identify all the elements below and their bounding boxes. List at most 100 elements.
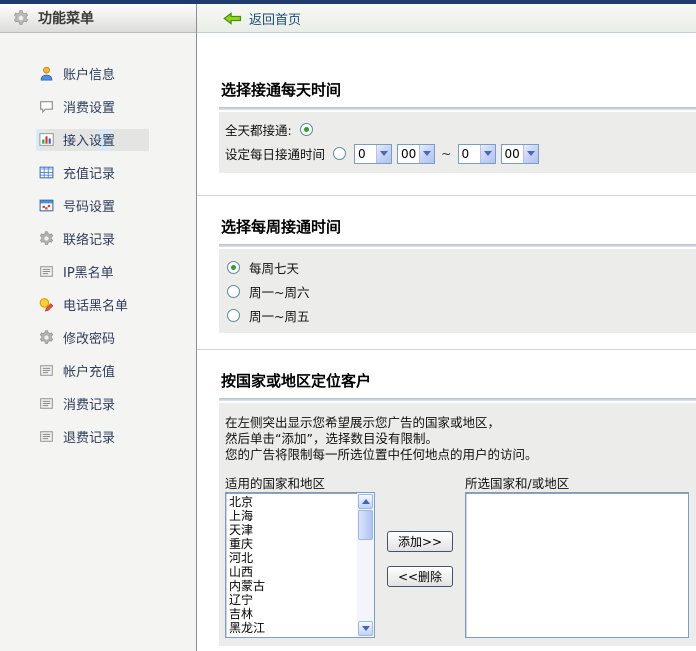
- set-daily-time-radio[interactable]: [333, 147, 346, 160]
- list-item[interactable]: 内蒙古: [226, 579, 357, 593]
- main-header: 返回首页: [197, 4, 696, 33]
- set-daily-time-row: 设定每日接通时间 000~000: [225, 140, 690, 167]
- sidebar-item[interactable]: 号码设置: [0, 189, 196, 222]
- list-item[interactable]: 重庆: [226, 537, 357, 551]
- settings-content: 选择接通每天时间 全天都接通: 设定每日接通时间 000~000 选择每: [197, 33, 696, 646]
- sidebar-item-inner: IP黑名单: [36, 261, 148, 283]
- chevron-down-icon: [419, 145, 434, 163]
- scrollbar-track[interactable]: [358, 540, 373, 621]
- description-line: 然后单击“添加”，选择数目没有限制。: [225, 431, 690, 447]
- selected-list-label: 所选国家和/或地区: [465, 473, 689, 489]
- sidebar: 功能菜单 账户信息消费设置接入设置充值记录号码设置联络记录 IP黑名单电话黑名单修…: [0, 4, 197, 651]
- back-arrow-icon: [223, 11, 242, 26]
- sidebar-item-label: 修改密码: [63, 328, 115, 347]
- sidebar-item-inner: 退费记录: [36, 426, 149, 448]
- list-item[interactable]: 吉林: [226, 607, 357, 621]
- list-item[interactable]: 黑龙江: [226, 621, 357, 635]
- sidebar-item-label: 退费记录: [63, 427, 115, 446]
- sidebar-item-inner: 消费设置: [36, 96, 149, 118]
- selected-listbox[interactable]: [465, 492, 689, 638]
- transfer-buttons-column: 添加>> <<删除: [375, 473, 465, 638]
- all-day-radio[interactable]: [300, 123, 313, 136]
- sidebar-item[interactable]: 电话黑名单: [0, 288, 196, 321]
- listbox-scrollbar[interactable]: [357, 493, 374, 637]
- list-item[interactable]: 山西: [226, 565, 357, 579]
- sidebar-item[interactable]: 消费记录: [0, 387, 196, 420]
- calendar-grid-icon: [38, 197, 55, 214]
- available-listbox-items: 北京上海天津重庆河北山西内蒙古辽宁吉林黑龙江: [226, 493, 357, 637]
- available-listbox[interactable]: 北京上海天津重庆河北山西内蒙古辽宁吉林黑龙江: [225, 492, 375, 638]
- select-value: 0: [355, 145, 376, 163]
- weekly-option-radio[interactable]: [227, 261, 240, 274]
- document-icon: [38, 395, 55, 412]
- section-weekly-time: 选择每周接通时间 每周七天周一~周六周一~周五: [219, 196, 696, 333]
- sidebar-item-label: 号码设置: [63, 196, 115, 215]
- chevron-up-icon: [362, 499, 370, 504]
- weekly-option-radio[interactable]: [227, 309, 240, 322]
- user-icon: [38, 65, 55, 82]
- chevron-down-icon: [362, 626, 370, 631]
- list-item[interactable]: 河北: [226, 551, 357, 565]
- back-home-link[interactable]: 返回首页: [223, 9, 301, 28]
- back-home-label: 返回首页: [249, 9, 301, 28]
- weekly-option-radio[interactable]: [227, 285, 240, 298]
- sidebar-item[interactable]: IP黑名单: [0, 255, 196, 288]
- sidebar-item-label: 电话黑名单: [63, 295, 128, 314]
- available-column: 适用的国家和地区 北京上海天津重庆河北山西内蒙古辽宁吉林黑龙江: [225, 473, 375, 638]
- remove-button[interactable]: <<删除: [387, 566, 453, 587]
- select-value: 00: [398, 145, 419, 163]
- table-icon: [38, 164, 55, 181]
- sidebar-item-inner: 账户信息: [36, 63, 149, 85]
- time-select[interactable]: 0: [458, 144, 496, 164]
- phone-edit-icon: [38, 296, 55, 313]
- sidebar-item[interactable]: 退费记录: [0, 420, 196, 453]
- weekly-option-label: 周一~周六: [249, 282, 309, 301]
- chevron-down-icon: [376, 145, 391, 163]
- sidebar-item-inner: 联络记录: [36, 228, 149, 250]
- title-divider: [219, 107, 696, 110]
- sidebar-item[interactable]: 修改密码: [0, 321, 196, 354]
- add-button[interactable]: 添加>>: [387, 531, 453, 552]
- sidebar-item-label: 帐户充值: [63, 361, 115, 380]
- section-region-targeting: 按国家或地区定位客户 在左侧突出显示您希望展示您广告的国家或地区， 然后单击“添…: [219, 350, 696, 646]
- sidebar-item[interactable]: 消费设置: [0, 90, 196, 123]
- list-item[interactable]: 上海: [226, 509, 357, 523]
- sidebar-item-inner: 消费记录: [36, 393, 149, 415]
- sidebar-item-inner: 修改密码: [36, 327, 149, 349]
- scroll-down-button[interactable]: [358, 621, 373, 636]
- sidebar-item[interactable]: 帐户充值: [0, 354, 196, 387]
- sidebar-item[interactable]: 充值记录: [0, 156, 196, 189]
- sidebar-item-label: 消费设置: [63, 97, 115, 116]
- scrollbar-thumb[interactable]: [358, 510, 373, 540]
- sidebar-item-label: 充值记录: [63, 163, 115, 182]
- list-item[interactable]: 辽宁: [226, 593, 357, 607]
- weekly-option-row: 每周七天: [225, 255, 690, 279]
- sidebar-item-inner: 充值记录: [36, 162, 149, 184]
- weekly-panel: 每周七天周一~周六周一~周五: [219, 249, 696, 333]
- sidebar-item[interactable]: 联络记录: [0, 222, 196, 255]
- chevron-down-icon: [523, 145, 538, 163]
- speech-bubble-icon: [38, 98, 55, 115]
- scroll-up-button[interactable]: [358, 494, 373, 509]
- available-list-label: 适用的国家和地区: [225, 473, 375, 489]
- gear-icon: [38, 230, 55, 247]
- sidebar-header: 功能菜单: [0, 4, 196, 33]
- time-select[interactable]: 0: [354, 144, 392, 164]
- title-divider: [219, 398, 696, 401]
- all-day-label: 全天都接通:: [225, 120, 292, 139]
- sidebar-item[interactable]: 账户信息: [0, 57, 196, 90]
- sidebar-menu: 账户信息消费设置接入设置充值记录号码设置联络记录 IP黑名单电话黑名单修改密码帐户…: [0, 33, 196, 453]
- selected-column: 所选国家和/或地区: [465, 473, 689, 638]
- main-area: 返回首页 选择接通每天时间 全天都接通: 设定每日接通时间 000~000: [197, 4, 696, 651]
- section-daily-time: 选择接通每天时间 全天都接通: 设定每日接通时间 000~000: [219, 33, 696, 173]
- region-panel: 在左侧突出显示您希望展示您广告的国家或地区， 然后单击“添加”，选择数目没有限制…: [219, 403, 696, 646]
- select-value: 00: [502, 145, 523, 163]
- bar-chart-icon: [38, 131, 55, 148]
- daily-selects: 000~000: [354, 144, 538, 164]
- sidebar-item[interactable]: 接入设置: [0, 123, 196, 156]
- sidebar-item-label: 消费记录: [63, 394, 115, 413]
- time-select[interactable]: 00: [397, 144, 435, 164]
- list-item[interactable]: 天津: [226, 523, 357, 537]
- list-item[interactable]: 北京: [226, 495, 357, 509]
- time-select[interactable]: 00: [501, 144, 539, 164]
